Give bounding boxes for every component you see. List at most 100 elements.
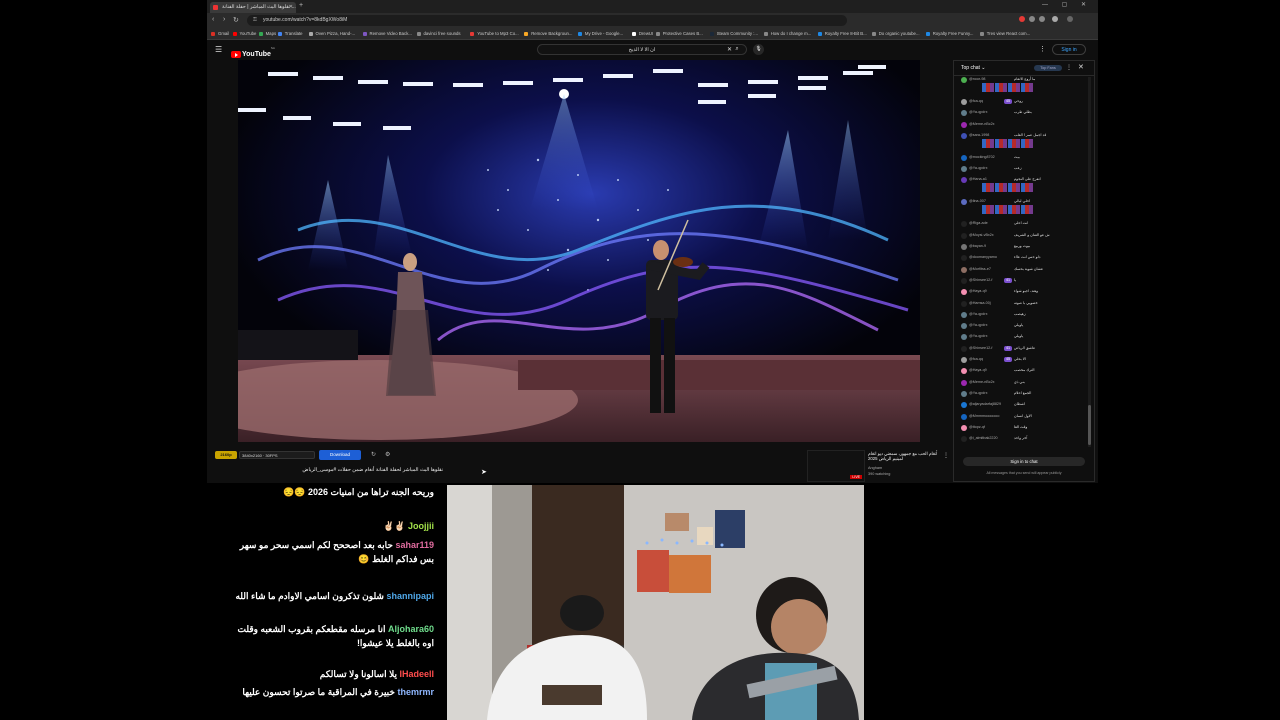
search-input[interactable]: ان الا لا الذيح ✕: [537, 44, 747, 55]
bookmark-item[interactable]: Oven Pizza, Hand-...: [308, 28, 355, 39]
avatar[interactable]: [961, 99, 967, 105]
youtube-logo[interactable]: YouTubeSA: [231, 46, 275, 59]
chat-username[interactable]: @Shinsee12-f: [969, 346, 992, 351]
chat-username[interactable]: @Shinsee12-f: [969, 278, 992, 283]
top-fans-chip[interactable]: Top Fans: [1034, 65, 1062, 71]
avatar[interactable]: [961, 232, 967, 239]
related-channel[interactable]: Angham: [868, 466, 882, 470]
avatar[interactable]: [961, 166, 967, 173]
search-icon[interactable]: ⌕: [729, 44, 745, 55]
avatar[interactable]: [961, 244, 967, 251]
avatar[interactable]: [961, 177, 967, 184]
chat-username[interactable]: @Riga-ade: [969, 221, 988, 226]
extension-icon[interactable]: [1039, 16, 1045, 22]
forward-icon[interactable]: ›: [223, 16, 225, 23]
tab-active[interactable]: نقلوها البث المباشر | حفلة الفنانة ... ✕: [210, 2, 296, 13]
bookmark-item[interactable]: Maps: [258, 28, 276, 39]
avatar[interactable]: [961, 413, 967, 420]
avatar[interactable]: [961, 277, 967, 284]
chat-username[interactable]: @sara-1998: [969, 133, 989, 138]
quality-badge[interactable]: 2160p: [215, 451, 237, 459]
bookmark-item[interactable]: Protective Cases B...: [655, 28, 703, 39]
chat-scrollbar[interactable]: [1088, 77, 1091, 447]
chat-username[interactable]: @Haya-q9: [969, 289, 987, 294]
avatar[interactable]: [961, 345, 967, 352]
bookmark-item[interactable]: DrewUI: [631, 28, 653, 39]
new-tab-icon[interactable]: +: [299, 2, 303, 9]
avatar[interactable]: [961, 221, 967, 228]
chat-username[interactable]: @noor-98: [969, 77, 985, 82]
menu-icon[interactable]: [1067, 16, 1073, 22]
chat-username[interactable]: @doomanyyamo: [969, 255, 997, 260]
bookmark-item[interactable]: My Drive - Google...: [577, 28, 623, 39]
extension-icon[interactable]: [1019, 16, 1025, 22]
avatar[interactable]: [961, 300, 967, 307]
avatar[interactable]: [961, 255, 967, 262]
related-title[interactable]: أنغام الحب مع جمهور، سمعني ديو انغام لمي…: [868, 451, 948, 461]
download-button[interactable]: Download: [319, 450, 361, 460]
chat-username[interactable]: @Ya-qpdrx: [969, 323, 987, 328]
chat-username[interactable]: @lina-007: [969, 199, 986, 204]
chat-username[interactable]: @mocking8702: [969, 155, 995, 160]
sign-in-button[interactable]: Sign in: [1052, 44, 1086, 55]
top-chat-dropdown[interactable]: Top chat ⌄: [961, 65, 986, 71]
avatar[interactable]: [961, 424, 967, 431]
chat-username[interactable]: @Ya-qpdrx: [969, 166, 987, 171]
chat-username[interactable]: @Ya-qpdrx: [969, 391, 987, 396]
bookmark-item[interactable]: Steam Community :...: [709, 28, 758, 39]
sign-in-to-chat-button[interactable]: Sign in to chat: [963, 457, 1085, 466]
hamburger-menu-icon[interactable]: ☰: [215, 45, 222, 54]
avatar[interactable]: [961, 334, 967, 341]
avatar[interactable]: [961, 436, 967, 443]
chat-username[interactable]: @fca-qq: [969, 357, 983, 362]
chat-username[interactable]: @Meme-nBc2x: [969, 380, 994, 385]
chat-username[interactable]: @bayan-9: [969, 244, 986, 249]
avatar[interactable]: [961, 390, 967, 397]
tab-close-icon[interactable]: ✕: [289, 2, 293, 13]
avatar[interactable]: [961, 154, 967, 161]
avatar[interactable]: [961, 368, 967, 375]
bookmark-item[interactable]: Royalty Free Funny...: [925, 28, 973, 39]
avatar[interactable]: [961, 289, 967, 296]
chat-more-icon[interactable]: ⋮: [1066, 64, 1072, 71]
resolution-select[interactable]: 3840x2160 · 30FPS: [239, 451, 315, 459]
bookmark-item[interactable]: Do organic youtube...: [871, 28, 920, 39]
chat-username[interactable]: @Hamsa-00j: [969, 301, 991, 306]
chat-username[interactable]: @Morfitss-e7: [969, 267, 991, 272]
chat-username[interactable]: @i_almitbak2220: [969, 436, 998, 441]
video-player[interactable]: [238, 60, 920, 442]
chat-close-icon[interactable]: ✕: [1078, 63, 1084, 71]
bookmark-item[interactable]: Translate: [277, 28, 303, 39]
chat-username[interactable]: @Haya-q9: [969, 368, 987, 373]
chat-username[interactable]: @fca-qq: [969, 99, 983, 104]
window-controls[interactable]: — ▢ ✕: [1042, 1, 1092, 8]
avatar[interactable]: [961, 132, 967, 139]
chat-username[interactable]: @aljaryadarfaj8829: [969, 402, 1001, 407]
bookmark-item[interactable]: How do I change m...: [763, 28, 811, 39]
reload-icon[interactable]: ↻: [233, 16, 239, 24]
related-thumbnail[interactable]: LIVE: [807, 450, 865, 482]
settings-icon[interactable]: ⚙: [385, 451, 390, 458]
avatar[interactable]: [961, 402, 967, 409]
avatar[interactable]: [961, 110, 967, 117]
avatar[interactable]: [961, 311, 967, 318]
avatar[interactable]: [961, 121, 967, 128]
bookmark-item[interactable]: Royalty Free 8-Bit B...: [817, 28, 867, 39]
related-video[interactable]: LIVE أنغام الحب مع جمهور، سمعني ديو انغا…: [807, 450, 949, 482]
chat-username[interactable]: @Ya-qpdrx: [969, 312, 987, 317]
bookmark-item[interactable]: davinci free sounds: [416, 28, 461, 39]
avatar[interactable]: [961, 77, 967, 83]
microphone-icon[interactable]: 🎙: [753, 44, 764, 55]
chat-username[interactable]: @Hana-a1: [969, 177, 987, 182]
avatar[interactable]: [961, 266, 967, 273]
extension-icon[interactable]: [1029, 16, 1035, 22]
back-icon[interactable]: ‹: [212, 16, 214, 23]
chat-username[interactable]: @Ya-qpdrx: [969, 110, 987, 115]
bookmark-item[interactable]: YouTube to Mp3 Co...: [470, 28, 519, 39]
related-more-icon[interactable]: ⋮: [943, 452, 949, 459]
refresh-icon[interactable]: ↻: [371, 451, 376, 458]
chat-username[interactable]: @Mmmmooooooo: [969, 414, 999, 419]
bookmark-item[interactable]: Remove Video Back...: [362, 28, 412, 39]
url-field[interactable]: ⚿ youtube.com/watch?v=8kdBgXWo8iM: [247, 15, 847, 26]
chat-username[interactable]: @ttopz-qf: [969, 425, 985, 430]
